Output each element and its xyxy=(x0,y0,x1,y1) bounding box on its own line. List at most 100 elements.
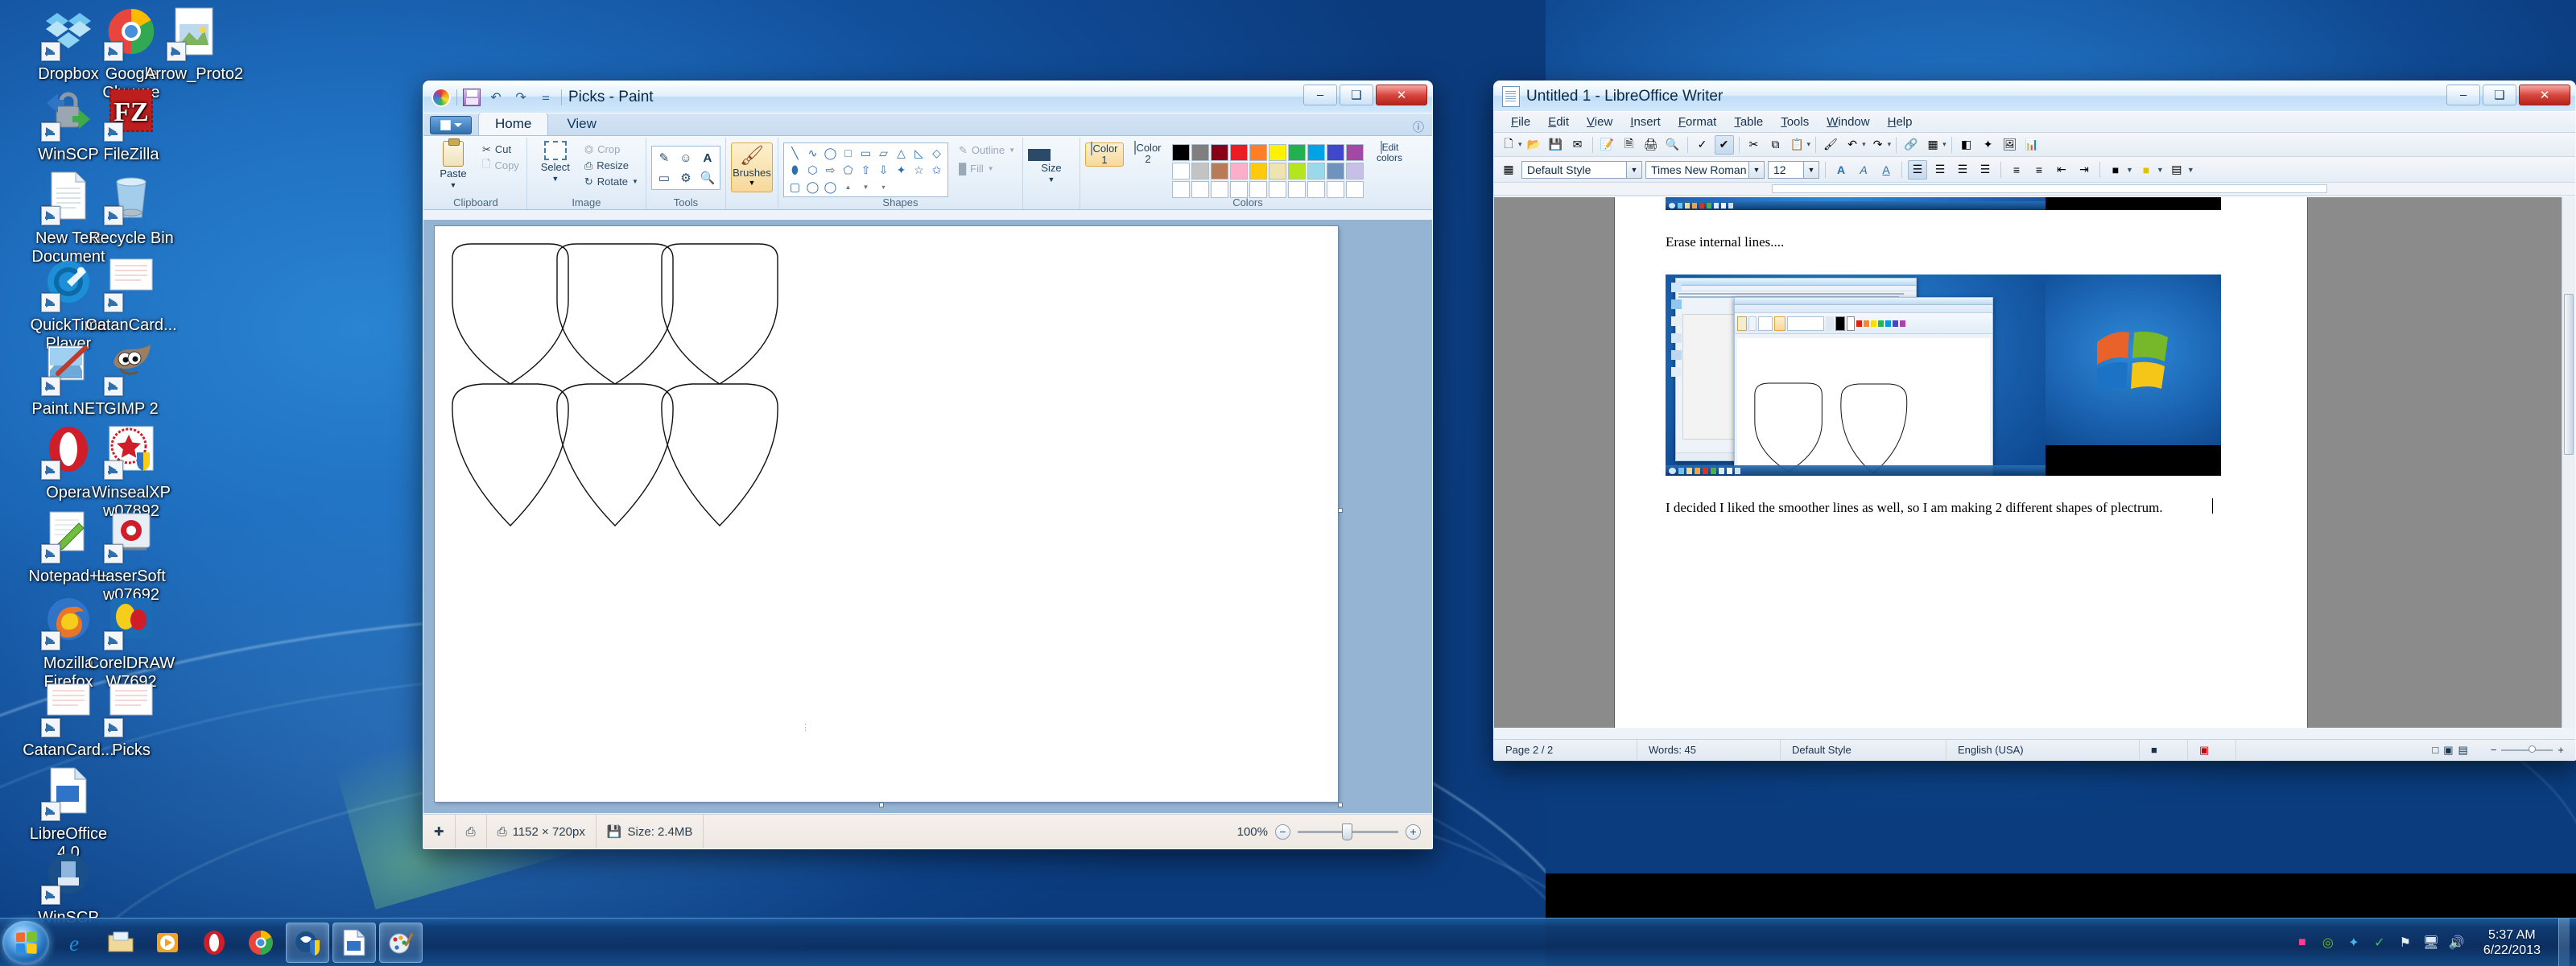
color-picker-icon[interactable]: ⚙ xyxy=(675,168,696,188)
paint-ribbon-tabs[interactable]: Home View ⓘ xyxy=(423,113,1432,136)
paint-window[interactable]: ↶ ↷ ⚌ Picks - Paint – ❑ ✕ Home View ⓘ Pa… xyxy=(423,80,1433,849)
insert-image-icon[interactable]: 🖼 xyxy=(2000,135,2020,155)
palette-swatch-row1-3[interactable] xyxy=(1229,144,1248,161)
palette-swatch-row2-6[interactable] xyxy=(1287,163,1306,180)
menu-window[interactable]: Window xyxy=(1818,114,1878,130)
font-size-combo[interactable]: 12 ▼ xyxy=(1768,160,1819,179)
multi-page-icon[interactable]: ▣ xyxy=(2443,744,2453,757)
paint-zoom-controls[interactable]: 100% − + xyxy=(1237,823,1432,840)
palette-swatch-row3-6[interactable] xyxy=(1287,181,1306,198)
canvas-resize-handle-right[interactable] xyxy=(1338,508,1343,513)
minimize-button[interactable]: – xyxy=(2446,85,2480,105)
palette-swatch-row1-9[interactable] xyxy=(1345,144,1364,161)
palette-swatch-row2-2[interactable] xyxy=(1210,163,1228,180)
shape-tool-10[interactable]: ⬡ xyxy=(804,162,821,178)
new-document-icon[interactable]: 🗋 xyxy=(1499,135,1518,155)
chevron-down-icon[interactable]: ▼ xyxy=(2187,166,2194,174)
writer-standard-toolbar[interactable]: 🗋 ▾ 📂 💾 ✉ 📝 🗎 🖨 🔍 ✓ ✔ ✂ ⧉ 📋 ▾ 🖌 ↶ ▾ ↷ ▾ 🔗 ▦ ▾ ◧ ✦ 🖼 📊 xyxy=(1494,133,2575,157)
paint-canvas-area[interactable]: ⋮ xyxy=(423,220,1432,813)
close-button[interactable]: ✕ xyxy=(1376,85,1427,105)
shapes-scroll-down-icon[interactable]: ▼ xyxy=(857,179,874,195)
paint-canvas[interactable]: ⋮ xyxy=(435,226,1338,802)
paint-help-icon[interactable]: ⓘ xyxy=(1413,119,1432,135)
pink-app-icon[interactable]: ■ xyxy=(2293,934,2311,952)
status-selection-mode-icon[interactable]: ■ xyxy=(2140,740,2188,760)
document-paragraph-1[interactable]: Erase internal lines.... xyxy=(1666,234,1784,250)
paint-file-menu-button[interactable] xyxy=(430,116,472,134)
palette-swatch-row2-4[interactable] xyxy=(1249,163,1267,180)
taskbar-internet-explorer[interactable]: e xyxy=(52,923,96,963)
zoom-slider-knob[interactable] xyxy=(2529,745,2537,753)
print-icon[interactable]: 🖨 xyxy=(1641,135,1661,155)
palette-swatch-row1-4[interactable] xyxy=(1249,144,1267,161)
desktop-icon-catancard[interactable]: CatanCard... xyxy=(71,258,192,335)
edit-file-icon[interactable]: 📝 xyxy=(1598,135,1617,155)
canvas-resize-handle-corner[interactable] xyxy=(1338,803,1343,807)
paint-quick-access-toolbar[interactable]: ↶ ↷ ⚌ xyxy=(431,87,562,107)
resize-button[interactable]: ⎙ Resize xyxy=(582,158,641,173)
undo-icon[interactable]: ↶ xyxy=(1843,135,1862,155)
shape-tool-16[interactable]: ☆ xyxy=(910,162,927,178)
writer-window-controls[interactable]: – ❑ ✕ xyxy=(2446,85,2570,105)
zoom-out-button[interactable]: − xyxy=(1275,824,1290,840)
shape-tool-17[interactable]: ✩ xyxy=(928,162,945,178)
writer-document-area[interactable]: Erase internal lines.... I decided I lik… xyxy=(1494,197,2575,728)
palette-swatch-row3-0[interactable] xyxy=(1171,181,1190,198)
writer-zoom-slider[interactable]: − + xyxy=(2479,740,2575,760)
palette-swatch-row1-8[interactable] xyxy=(1326,144,1344,161)
writer-vertical-scrollbar[interactable] xyxy=(2562,197,2575,728)
palette-swatch-row3-5[interactable] xyxy=(1268,181,1286,198)
menu-insert[interactable]: Insert xyxy=(1621,114,1670,130)
paste-button[interactable]: Paste ▼ xyxy=(430,138,477,191)
chevron-down-icon[interactable]: ▾ xyxy=(1942,140,1946,149)
menu-format[interactable]: Format xyxy=(1670,114,1726,130)
chevron-down-icon[interactable]: ▾ xyxy=(1862,140,1866,149)
menu-edit[interactable]: Edit xyxy=(1539,114,1578,130)
desktop-icon-lasersoft-w07692[interactable]: LaserSoft w07692 xyxy=(71,509,192,605)
palette-swatch-row3-8[interactable] xyxy=(1326,181,1344,198)
ordered-list-icon[interactable]: ≡ xyxy=(2007,160,2026,180)
palette-swatch-row2-8[interactable] xyxy=(1326,163,1344,180)
shape-tool-0[interactable]: ╲ xyxy=(786,145,803,161)
palette-swatch-row2-1[interactable] xyxy=(1191,163,1209,180)
tab-view[interactable]: View xyxy=(550,113,613,135)
taskbar-paint[interactable] xyxy=(379,922,423,963)
close-button[interactable]: ✕ xyxy=(2519,85,2570,105)
chevron-down-icon[interactable]: ▼ xyxy=(1803,161,1818,178)
chevron-down-icon[interactable]: ▾ xyxy=(1518,140,1522,149)
shape-tool-5[interactable]: ▱ xyxy=(875,145,892,161)
chevron-down-icon[interactable]: ▼ xyxy=(2157,166,2164,174)
shape-tool-20[interactable]: ◯ xyxy=(822,179,839,195)
draw-functions-icon[interactable]: ◧ xyxy=(1957,135,1976,155)
shape-tool-11[interactable]: ⇨ xyxy=(822,162,839,178)
menu-file[interactable]: File xyxy=(1502,114,1539,130)
zoom-in-button[interactable]: + xyxy=(2557,744,2564,756)
menu-table[interactable]: Table xyxy=(1725,114,1772,130)
taskbar-libreoffice-writer[interactable] xyxy=(332,922,376,963)
desktop-icon-winscp[interactable]: WinSCP xyxy=(8,850,129,927)
palette-swatch-row1-2[interactable] xyxy=(1210,144,1228,161)
paragraph-style-combo[interactable]: Default Style ▼ xyxy=(1521,160,1642,179)
export-pdf-icon[interactable]: 🗎 xyxy=(1620,135,1639,155)
bold-icon[interactable]: A xyxy=(1831,160,1851,180)
palette-swatch-row2-0[interactable] xyxy=(1171,163,1190,180)
email-icon[interactable]: ✉ xyxy=(1568,135,1587,155)
magnifier-icon[interactable]: 🔍 xyxy=(697,168,718,188)
document-paragraph-2[interactable]: I decided I liked the smoother lines as … xyxy=(1666,500,2163,516)
taskbar-chrome[interactable] xyxy=(239,923,283,963)
desktop-icon-winsealxp-w07892[interactable]: WinsealXP w07892 xyxy=(71,425,192,521)
chevron-down-icon[interactable]: ▼ xyxy=(1748,161,1764,178)
clock[interactable]: 5:37 AM 6/22/2013 xyxy=(2474,927,2550,958)
taskbar-windows-explorer[interactable] xyxy=(99,923,142,963)
taskbar-media-player[interactable] xyxy=(146,923,189,963)
select-button[interactable]: Select ▼ xyxy=(532,139,579,184)
maximize-button[interactable]: ❑ xyxy=(2483,85,2516,105)
writer-page[interactable]: Erase internal lines.... I decided I lik… xyxy=(1615,197,2307,728)
color1-button[interactable]: Color 1 xyxy=(1084,142,1124,167)
open-icon[interactable]: 📂 xyxy=(1525,135,1544,155)
nvidia-icon[interactable]: ◎ xyxy=(2319,934,2337,952)
shapes-scroll-up-icon[interactable]: ▲ xyxy=(840,179,857,195)
embedded-screenshot-main[interactable] xyxy=(1666,275,2221,476)
decrease-indent-icon[interactable]: ⇤ xyxy=(2052,160,2071,180)
writer-menu-bar[interactable]: File Edit View Insert Format Table Tools Window… xyxy=(1494,112,2575,133)
